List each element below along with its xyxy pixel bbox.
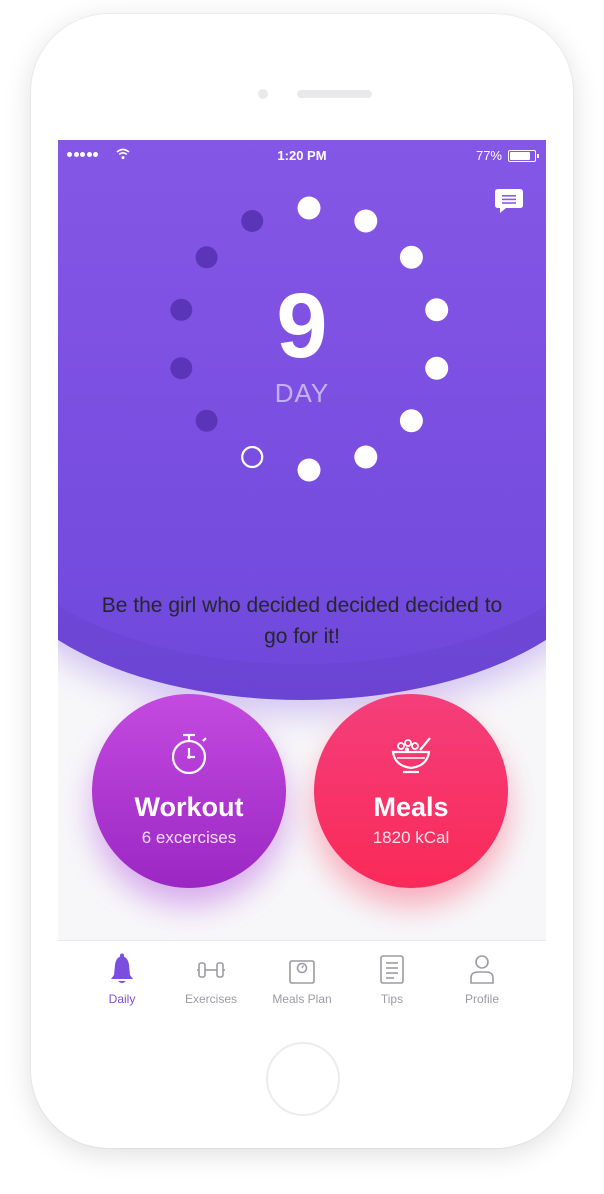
front-camera [258, 89, 268, 99]
tab-daily[interactable]: Daily [77, 941, 167, 1013]
day-dot-completed [297, 196, 321, 220]
meals-title: Meals [373, 792, 449, 822]
earpiece-speaker [297, 90, 372, 98]
tab-profile-label: Profile [464, 992, 499, 1006]
bell-icon [111, 953, 133, 983]
dumbbell-icon [197, 962, 225, 978]
day-dot-upcoming [195, 246, 218, 269]
current-day-number: 9 [276, 275, 328, 377]
document-icon [380, 955, 404, 984]
day-dot-completed [354, 209, 378, 233]
tab-exercises-label: Exercises [184, 992, 237, 1006]
day-dot-completed [354, 445, 378, 469]
stopwatch-icon [171, 733, 207, 775]
app-screen: 1:20 PM 77% 9 DAY Be the girl who decide… [58, 140, 546, 1013]
tab-profile[interactable]: Profile [437, 941, 527, 1013]
day-dot-upcoming [195, 409, 218, 432]
tab-exercises[interactable]: Exercises [166, 941, 256, 1013]
home-button[interactable] [266, 1042, 340, 1116]
tab-tips[interactable]: Tips [347, 941, 437, 1013]
workout-subtitle: 6 excercises [141, 828, 237, 847]
motivational-quote: Be the girl who decided decided decided … [101, 594, 503, 648]
tab-daily-label: Daily [108, 992, 136, 1006]
day-dot-upcoming [241, 210, 264, 232]
workout-button[interactable]: Workout 6 excercises [92, 694, 286, 888]
meals-subtitle: 1820 kCal [372, 828, 450, 847]
user-icon [470, 955, 494, 984]
current-day-label: DAY [274, 378, 330, 408]
food-bowl-icon [391, 737, 431, 774]
phone-frame: 1:20 PM 77% 9 DAY Be the girl who decide… [31, 14, 573, 1148]
scale-icon [289, 960, 315, 984]
tab-tips-label: Tips [380, 992, 404, 1006]
tab-meals-plan[interactable]: Meals Plan [257, 941, 347, 1013]
workout-title: Workout [134, 792, 244, 822]
bottom-tab-bar: Daily Exercises Meals Plan Tips Profile [58, 940, 546, 1013]
day-dot-completed [399, 245, 423, 269]
tab-meals-plan-label: Meals Plan [272, 992, 332, 1006]
day-dot-completed [297, 458, 321, 482]
meals-button[interactable]: Meals 1820 kCal [314, 694, 508, 888]
day-dot-current [241, 445, 264, 469]
day-dot-completed [399, 409, 423, 433]
